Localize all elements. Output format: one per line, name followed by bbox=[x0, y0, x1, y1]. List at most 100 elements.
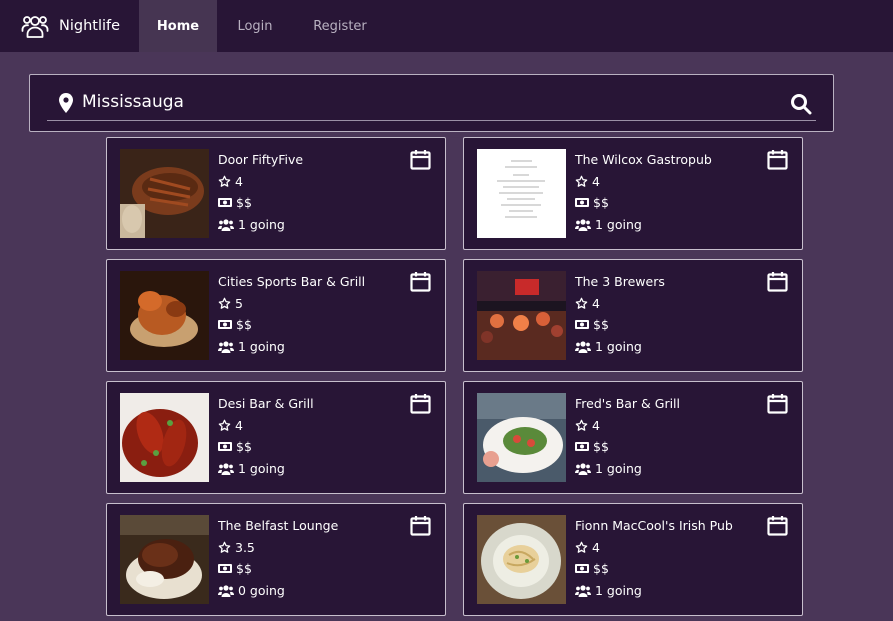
search-icon[interactable] bbox=[790, 93, 812, 115]
price-value: $$ bbox=[593, 561, 609, 576]
search-input[interactable] bbox=[82, 89, 782, 115]
going-count[interactable]: 1 going bbox=[595, 217, 642, 232]
calendar-icon[interactable] bbox=[410, 515, 431, 536]
going-count[interactable]: 1 going bbox=[238, 461, 285, 476]
bar-card[interactable]: Door FiftyFive 4 $$ 1 going bbox=[106, 137, 446, 250]
money-bill-icon bbox=[575, 442, 589, 451]
rating-value: 4 bbox=[592, 418, 600, 433]
calendar-icon[interactable] bbox=[767, 515, 788, 536]
bar-card[interactable]: Desi Bar & Grill 4 $$ 1 going bbox=[106, 381, 446, 494]
rating-row: 4 bbox=[575, 296, 600, 311]
bar-card[interactable]: Fionn MacCool's Irish Pub 4 $$ 1 going bbox=[463, 503, 803, 616]
money-bill-icon bbox=[218, 442, 232, 451]
rating-row: 4 bbox=[575, 418, 600, 433]
users-icon bbox=[575, 218, 591, 231]
bar-name[interactable]: The 3 Brewers bbox=[575, 274, 665, 289]
bar-photo bbox=[120, 149, 209, 238]
rating-row: 4 bbox=[575, 540, 600, 555]
rating-value: 4 bbox=[235, 174, 243, 189]
going-count[interactable]: 0 going bbox=[238, 583, 285, 598]
price-value: $$ bbox=[236, 317, 252, 332]
bar-photo bbox=[477, 271, 566, 360]
bar-name[interactable]: Door FiftyFive bbox=[218, 152, 303, 167]
users-icon bbox=[575, 462, 591, 475]
bar-name[interactable]: The Belfast Lounge bbox=[218, 518, 338, 533]
money-bill-icon bbox=[575, 320, 589, 329]
going-count[interactable]: 1 going bbox=[595, 461, 642, 476]
star-icon bbox=[575, 297, 588, 309]
navbar: Nightlife Home Login Register bbox=[0, 0, 893, 52]
rating-value: 4 bbox=[235, 418, 243, 433]
bar-card[interactable]: The Wilcox Gastropub 4 $$ 1 going bbox=[463, 137, 803, 250]
people-group-icon bbox=[21, 16, 49, 38]
rating-value: 5 bbox=[235, 296, 243, 311]
rating-value: 4 bbox=[592, 540, 600, 555]
bar-card[interactable]: The 3 Brewers 4 $$ 1 going bbox=[463, 259, 803, 372]
nav-login[interactable]: Login bbox=[217, 0, 293, 52]
price-value: $$ bbox=[236, 195, 252, 210]
star-icon bbox=[575, 175, 588, 187]
star-icon bbox=[218, 419, 231, 431]
users-icon bbox=[218, 462, 234, 475]
star-icon bbox=[218, 297, 231, 309]
money-bill-icon bbox=[218, 198, 232, 207]
going-count[interactable]: 1 going bbox=[238, 339, 285, 354]
calendar-icon[interactable] bbox=[410, 149, 431, 170]
rating-row: 4 bbox=[218, 174, 243, 189]
money-bill-icon bbox=[218, 320, 232, 329]
bar-card[interactable]: Cities Sports Bar & Grill 5 $$ 1 going bbox=[106, 259, 446, 372]
going-row: 1 going bbox=[575, 583, 642, 598]
going-row: 0 going bbox=[218, 583, 285, 598]
price-value: $$ bbox=[236, 439, 252, 454]
bar-name[interactable]: Fred's Bar & Grill bbox=[575, 396, 680, 411]
bar-photo bbox=[477, 393, 566, 482]
calendar-icon[interactable] bbox=[767, 149, 788, 170]
going-row: 1 going bbox=[575, 339, 642, 354]
rating-row: 5 bbox=[218, 296, 243, 311]
rating-value: 3.5 bbox=[235, 540, 255, 555]
going-count[interactable]: 1 going bbox=[595, 339, 642, 354]
map-pin-icon bbox=[59, 93, 73, 113]
brand-label: Nightlife bbox=[59, 18, 121, 34]
money-bill-icon bbox=[575, 198, 589, 207]
bar-photo bbox=[120, 393, 209, 482]
bar-name[interactable]: Desi Bar & Grill bbox=[218, 396, 314, 411]
star-icon bbox=[218, 541, 231, 553]
nav-register[interactable]: Register bbox=[293, 0, 387, 52]
users-icon bbox=[218, 218, 234, 231]
calendar-icon[interactable] bbox=[767, 393, 788, 414]
going-count[interactable]: 1 going bbox=[595, 583, 642, 598]
calendar-icon[interactable] bbox=[767, 271, 788, 292]
rating-row: 4 bbox=[575, 174, 600, 189]
bar-photo bbox=[477, 515, 566, 604]
going-row: 1 going bbox=[575, 461, 642, 476]
calendar-icon[interactable] bbox=[410, 393, 431, 414]
users-icon bbox=[575, 584, 591, 597]
users-icon bbox=[218, 340, 234, 353]
calendar-icon[interactable] bbox=[410, 271, 431, 292]
search-underline bbox=[47, 120, 816, 121]
money-bill-icon bbox=[218, 564, 232, 573]
bar-card[interactable]: Fred's Bar & Grill 4 $$ 1 going bbox=[463, 381, 803, 494]
price-row: $$ bbox=[218, 439, 252, 454]
price-row: $$ bbox=[575, 195, 609, 210]
bar-name[interactable]: Cities Sports Bar & Grill bbox=[218, 274, 365, 289]
bar-card[interactable]: The Belfast Lounge 3.5 $$ 0 going bbox=[106, 503, 446, 616]
price-row: $$ bbox=[218, 561, 252, 576]
price-row: $$ bbox=[218, 195, 252, 210]
bar-photo bbox=[477, 149, 566, 238]
price-value: $$ bbox=[593, 439, 609, 454]
rating-row: 3.5 bbox=[218, 540, 255, 555]
bar-name[interactable]: The Wilcox Gastropub bbox=[575, 152, 712, 167]
price-value: $$ bbox=[593, 317, 609, 332]
rating-row: 4 bbox=[218, 418, 243, 433]
price-value: $$ bbox=[236, 561, 252, 576]
brand-link[interactable]: Nightlife bbox=[0, 0, 139, 52]
bar-name[interactable]: Fionn MacCool's Irish Pub bbox=[575, 518, 733, 533]
going-count[interactable]: 1 going bbox=[238, 217, 285, 232]
money-bill-icon bbox=[575, 564, 589, 573]
nav-home[interactable]: Home bbox=[139, 0, 217, 52]
rating-value: 4 bbox=[592, 174, 600, 189]
bar-photo bbox=[120, 271, 209, 360]
star-icon bbox=[218, 175, 231, 187]
